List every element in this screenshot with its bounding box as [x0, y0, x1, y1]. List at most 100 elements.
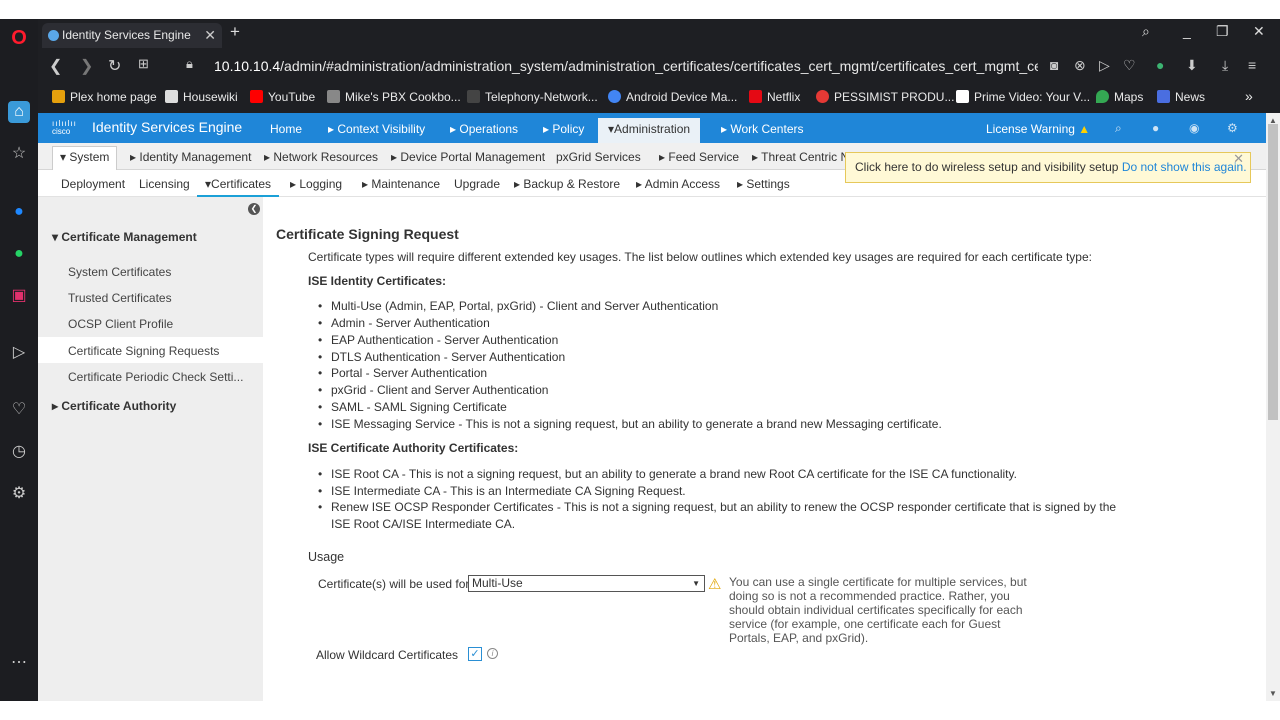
tab-licensing[interactable]: Licensing [139, 177, 190, 191]
tab-bar: Identity Services Engine ✕ + ⌕ _ ❐ ✕ [38, 19, 1280, 48]
bookmark-pbx[interactable]: Mike's PBX Cookbo... [327, 90, 461, 104]
bookmark-housewiki[interactable]: Housewiki [165, 90, 238, 104]
history-icon[interactable]: ◷ [8, 441, 30, 463]
tab-system[interactable]: ▾ System [52, 146, 118, 170]
tab-pxgrid[interactable]: pxGrid Services [556, 150, 641, 164]
tab-certificates[interactable]: ▾Certificates [197, 177, 280, 198]
bookmark-prime[interactable]: Prime Video: Your V... [956, 90, 1090, 104]
sidebar-item-trusted-certificates[interactable]: Trusted Certificates [68, 291, 172, 305]
menu-operations[interactable]: ▸ Operations [450, 122, 518, 136]
sidebar-cert-management[interactable]: ▾ Certificate Management [52, 230, 197, 244]
wildcard-checkbox[interactable]: ✓ [468, 647, 482, 661]
back-icon[interactable]: ❮ [49, 56, 62, 76]
info-icon[interactable]: i [487, 648, 498, 659]
sidebar-cert-authority[interactable]: ▸ Certificate Authority [52, 399, 176, 413]
license-warning[interactable]: License Warning ▲ [986, 122, 1090, 136]
bookmark-telephony[interactable]: Telephony-Network... [467, 90, 598, 104]
speed-dial-icon[interactable]: ⊞ [138, 56, 149, 72]
sidebar-item-system-certificates[interactable]: System Certificates [68, 265, 171, 279]
bookmark-news[interactable]: News [1157, 90, 1205, 104]
collapse-sidebar-icon[interactable]: ❮ [248, 203, 260, 215]
gear-icon[interactable]: ⚙ [1227, 121, 1238, 135]
tab-backup-restore[interactable]: ▸ Backup & Restore [514, 177, 620, 191]
more-icon[interactable]: ⋯ [8, 652, 30, 674]
usage-select[interactable]: Multi-Use ▼ [468, 575, 705, 592]
settings-icon[interactable]: ⚙ [8, 483, 30, 505]
bookmark-plex[interactable]: Plex home page [52, 90, 157, 104]
cisco-wordmark: cisco [52, 127, 71, 136]
adblock-icon[interactable]: ⊗ [1074, 57, 1086, 74]
close-tab-icon[interactable]: ✕ [204, 23, 216, 48]
reload-icon[interactable]: ↻ [108, 56, 121, 76]
browser-tab[interactable]: Identity Services Engine ✕ [42, 23, 222, 48]
bookmark-android[interactable]: Android Device Ma... [608, 90, 737, 104]
notifications-icon[interactable]: ◉ [1189, 121, 1199, 135]
list-item: ISE Root CA - This is not a signing requ… [318, 467, 1017, 481]
messenger-icon[interactable]: ● [8, 201, 30, 223]
home-icon[interactable]: ⌂ [8, 101, 30, 123]
menu-policy[interactable]: ▸ Policy [543, 122, 584, 136]
camera-icon[interactable]: ◙ [1050, 57, 1058, 73]
tab-admin-access[interactable]: ▸ Admin Access [636, 177, 720, 191]
downloads-icon[interactable]: ⤓ [1222, 57, 1228, 74]
menu-home[interactable]: Home [270, 122, 302, 136]
more-bookmarks-icon[interactable]: » [1245, 88, 1253, 104]
scroll-up-icon[interactable]: ▲ [1269, 116, 1277, 125]
menu-icon[interactable]: ≡ [1248, 57, 1256, 73]
opera-logo-icon[interactable]: O [8, 27, 30, 49]
menu-context-visibility[interactable]: ▸ Context Visibility [328, 122, 425, 136]
bookmark-netflix[interactable]: Netflix [749, 90, 800, 104]
scrollbar-thumb[interactable] [1268, 124, 1278, 420]
opera-sidebar: O ⌂ ☆ ● ● ▣ ▷ ♡ ◷ ⚙ ⋯ [0, 19, 38, 701]
close-window-icon[interactable]: ✕ [1253, 23, 1265, 40]
popup-dismiss-link[interactable]: Do not show this again. [1122, 160, 1247, 174]
tab-logging[interactable]: ▸ Logging [290, 177, 342, 191]
star-icon[interactable]: ☆ [8, 143, 30, 165]
new-tab-icon[interactable]: + [230, 22, 240, 42]
instagram-icon[interactable]: ▣ [8, 285, 30, 307]
search-tabs-icon[interactable]: ⌕ [1142, 23, 1150, 40]
sidebar-item-ocsp-client-profile[interactable]: OCSP Client Profile [68, 317, 173, 331]
tab-settings[interactable]: ▸ Settings [737, 177, 790, 191]
bookmark-pessimist[interactable]: PESSIMIST PRODU... [816, 90, 954, 104]
tab-feed-service[interactable]: ▸ Feed Service [659, 150, 739, 164]
send-icon[interactable]: ▷ [8, 342, 30, 364]
restore-icon[interactable]: ❐ [1216, 23, 1229, 40]
help-icon[interactable]: ● [1152, 121, 1159, 135]
bookmarks-bar: Plex home page Housewiki YouTube Mike's … [38, 84, 1280, 113]
identity-heading: ISE Identity Certificates: [308, 274, 447, 288]
bookmark-youtube[interactable]: YouTube [250, 90, 315, 104]
menu-administration[interactable]: ▾Administration [598, 118, 701, 143]
license-warning-label: License Warning [986, 122, 1075, 136]
tab-threat-centric[interactable]: ▸ Threat Centric N [752, 150, 849, 164]
minimize-icon[interactable]: _ [1183, 23, 1191, 39]
bookmark-heart-icon[interactable]: ♡ [1123, 57, 1136, 74]
ise-brand[interactable]: Identity Services Engine [92, 119, 242, 135]
download-extension-icon[interactable]: ⬇ [1186, 57, 1198, 74]
tab-device-portal[interactable]: ▸ Device Portal Management [391, 150, 545, 164]
bookmark-maps[interactable]: Maps [1096, 90, 1143, 104]
ise-header: ıılıılıı cisco Identity Services Engine … [38, 113, 1266, 143]
list-item: EAP Authentication - Server Authenticati… [318, 333, 558, 347]
share-icon[interactable]: ▷ [1099, 57, 1110, 74]
sidebar-item-csr[interactable]: Certificate Signing Requests [68, 344, 219, 358]
search-icon[interactable]: ⌕ [1115, 121, 1122, 136]
tab-upgrade[interactable]: Upgrade [454, 177, 500, 191]
tab-identity-management[interactable]: ▸ Identity Management [130, 150, 251, 164]
wireless-setup-popup[interactable]: Click here to do wireless setup and visi… [845, 151, 1251, 183]
tab-maintenance[interactable]: ▸ Maintenance [362, 177, 440, 191]
url-field[interactable]: 10.10.10.4/admin/#administration/adminis… [214, 58, 1038, 74]
whatsapp-icon[interactable]: ● [8, 243, 30, 265]
heart-sidebar-icon[interactable]: ♡ [8, 399, 30, 421]
tab-network-resources[interactable]: ▸ Network Resources [264, 150, 378, 164]
tab-deployment[interactable]: Deployment [61, 177, 125, 191]
pbx-icon [327, 90, 340, 103]
forward-icon[interactable]: ❯ [80, 56, 93, 76]
scroll-down-icon[interactable]: ▼ [1269, 689, 1277, 698]
popup-close-icon[interactable]: ✕ [1233, 151, 1244, 167]
url-host: 10.10.10.4 [214, 58, 281, 74]
sidebar-item-periodic-check[interactable]: Certificate Periodic Check Setti... [68, 370, 243, 384]
menu-work-centers[interactable]: ▸ Work Centers [721, 122, 804, 136]
extension-icon[interactable]: ● [1156, 57, 1164, 73]
amazon-icon [956, 90, 969, 103]
